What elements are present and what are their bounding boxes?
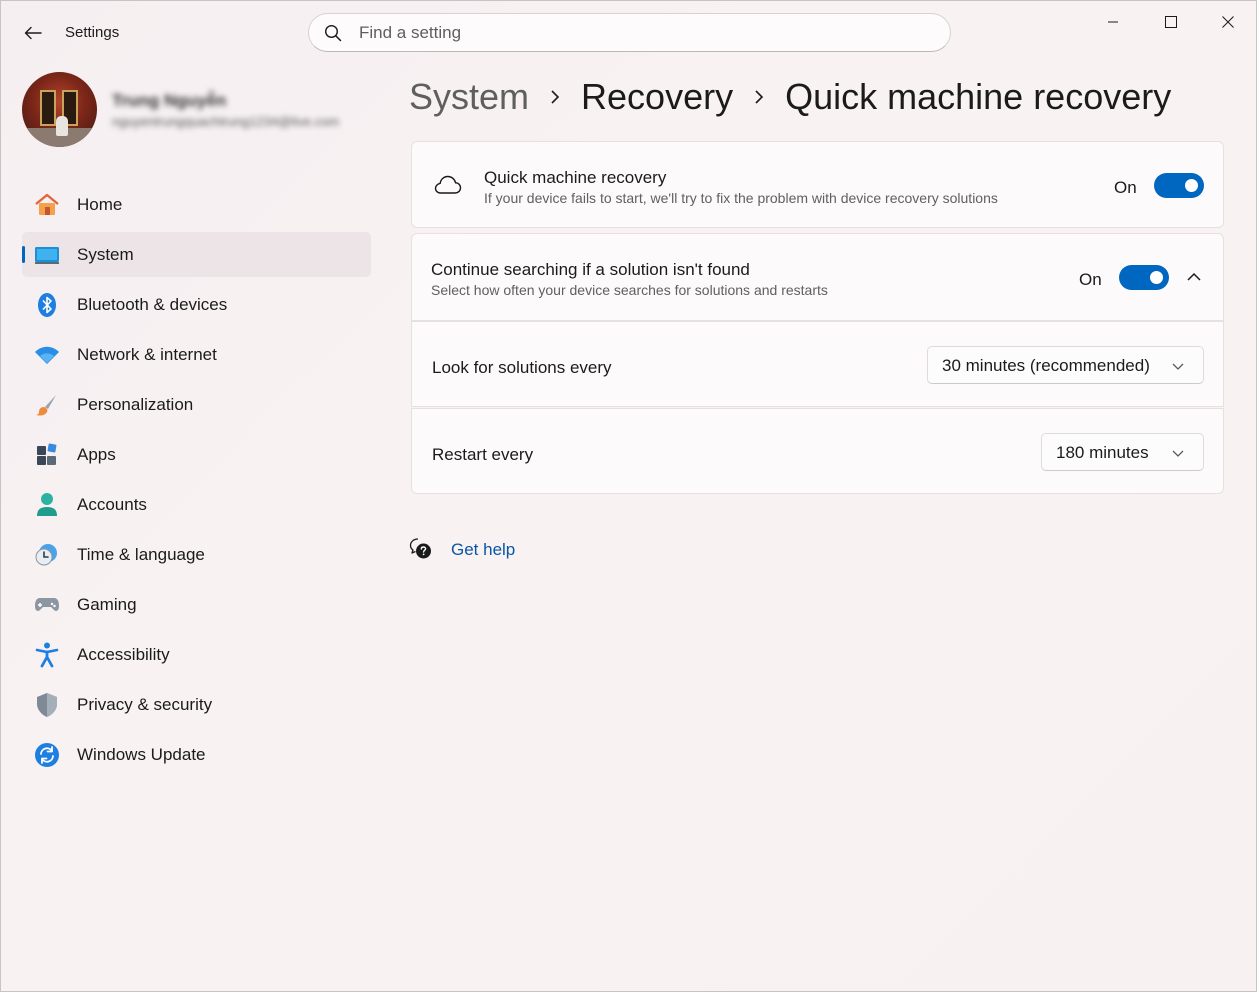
- sidebar-item-privacy-security[interactable]: Privacy & security: [22, 682, 371, 727]
- quick-recovery-toggle[interactable]: [1154, 173, 1204, 198]
- maximize-icon: [1165, 16, 1177, 28]
- apps-icon: [34, 443, 60, 467]
- back-arrow-icon: [24, 26, 42, 40]
- gamepad-icon: [34, 593, 60, 617]
- sidebar-item-bluetooth[interactable]: Bluetooth & devices: [22, 282, 371, 327]
- sidebar-item-label: Accounts: [77, 495, 147, 514]
- sidebar-item-label: Windows Update: [77, 745, 206, 764]
- avatar-photo-door: [40, 90, 56, 126]
- update-icon: [34, 743, 60, 767]
- continue-searching-state: On: [1079, 270, 1102, 289]
- app-title: Settings: [65, 24, 120, 41]
- sidebar-item-label: Gaming: [77, 595, 137, 614]
- close-button[interactable]: [1205, 9, 1251, 35]
- sidebar-item-label: Apps: [77, 445, 116, 464]
- person-icon: [34, 493, 60, 517]
- get-help-link[interactable]: Get help: [451, 540, 515, 560]
- breadcrumb-system[interactable]: System: [409, 76, 529, 118]
- sidebar-item-windows-update[interactable]: Windows Update: [22, 732, 371, 777]
- shield-icon: [34, 693, 60, 717]
- sidebar-item-network[interactable]: Network & internet: [22, 332, 371, 377]
- sidebar-item-home[interactable]: Home: [22, 182, 371, 227]
- quick-recovery-state: On: [1114, 178, 1137, 197]
- breadcrumb: System Recovery Quick machine recovery: [409, 73, 1171, 121]
- quick-recovery-subtitle: If your device fails to start, we'll try…: [484, 190, 998, 206]
- minimize-icon: [1108, 21, 1118, 23]
- minimize-button[interactable]: [1090, 9, 1136, 35]
- continue-searching-subtitle: Select how often your device searches fo…: [431, 282, 828, 298]
- brush-icon: [34, 393, 60, 417]
- sidebar-item-system[interactable]: System: [22, 232, 371, 277]
- sidebar-item-label: Personalization: [77, 395, 194, 414]
- continue-searching-title: Continue searching if a solution isn't f…: [431, 260, 750, 279]
- avatar[interactable]: [22, 72, 97, 147]
- restart-every-row: Restart every 180 minutes: [411, 408, 1224, 494]
- sidebar-item-label: Accessibility: [77, 645, 170, 664]
- sidebar-item-apps[interactable]: Apps: [22, 432, 371, 477]
- system-icon: [34, 243, 60, 267]
- maximize-button[interactable]: [1148, 9, 1194, 35]
- avatar-photo-person: [56, 116, 68, 136]
- chevron-down-icon: [1172, 450, 1184, 457]
- help-chat-icon: [409, 537, 433, 561]
- toggle-knob: [1185, 179, 1198, 192]
- sidebar-item-label: Time & language: [77, 545, 205, 564]
- sidebar-nav: Home System Bluetooth & devices Network …: [22, 182, 371, 782]
- sidebar-item-gaming[interactable]: Gaming: [22, 582, 371, 627]
- settings-window: Settings Trung Nguyễn nguyentrungquachtr…: [0, 0, 1257, 992]
- sidebar-item-label: Network & internet: [77, 345, 217, 364]
- close-icon: [1222, 16, 1234, 28]
- search-box[interactable]: [308, 13, 951, 52]
- continue-searching-card[interactable]: Continue searching if a solution isn't f…: [411, 233, 1224, 321]
- search-icon: [324, 24, 342, 42]
- sidebar-item-accounts[interactable]: Accounts: [22, 482, 371, 527]
- sidebar-item-label: System: [77, 245, 134, 264]
- look-for-solutions-label: Look for solutions every: [432, 358, 612, 377]
- home-icon: [34, 193, 60, 217]
- back-button[interactable]: [19, 21, 47, 45]
- chevron-right-icon: [529, 89, 581, 105]
- sidebar-item-personalization[interactable]: Personalization: [22, 382, 371, 427]
- dropdown-value: 30 minutes (recommended): [942, 356, 1150, 375]
- breadcrumb-recovery[interactable]: Recovery: [581, 76, 733, 118]
- clock-globe-icon: [34, 543, 60, 567]
- sidebar-item-label: Privacy & security: [77, 695, 213, 714]
- profile-name: Trung Nguyễn: [112, 91, 227, 110]
- sidebar-item-label: Home: [77, 195, 123, 214]
- quick-recovery-title: Quick machine recovery: [484, 168, 667, 187]
- look-for-solutions-dropdown[interactable]: 30 minutes (recommended): [927, 346, 1204, 384]
- sidebar-item-accessibility[interactable]: Accessibility: [22, 632, 371, 677]
- selected-indicator: [22, 246, 25, 263]
- profile-email: nguyentrungquachtrung1234@live.com: [112, 114, 340, 129]
- search-input[interactable]: [359, 22, 919, 44]
- wifi-icon: [34, 343, 60, 367]
- look-for-solutions-row: Look for solutions every 30 minutes (rec…: [411, 321, 1224, 407]
- cloud-icon: [434, 175, 462, 200]
- bluetooth-icon: [34, 293, 60, 317]
- restart-every-dropdown[interactable]: 180 minutes: [1041, 433, 1204, 471]
- chevron-up-icon[interactable]: [1186, 270, 1202, 288]
- chevron-right-icon: [733, 89, 785, 105]
- dropdown-value: 180 minutes: [1056, 443, 1149, 462]
- sidebar-item-time-language[interactable]: Time & language: [22, 532, 371, 577]
- page-title: Quick machine recovery: [785, 76, 1172, 117]
- quick-recovery-card: Quick machine recovery If your device fa…: [411, 141, 1224, 228]
- restart-every-label: Restart every: [432, 445, 534, 464]
- continue-searching-toggle[interactable]: [1119, 265, 1169, 290]
- sidebar-item-label: Bluetooth & devices: [77, 295, 228, 314]
- toggle-knob: [1150, 271, 1163, 284]
- accessibility-icon: [34, 642, 60, 668]
- chevron-down-icon: [1172, 363, 1184, 370]
